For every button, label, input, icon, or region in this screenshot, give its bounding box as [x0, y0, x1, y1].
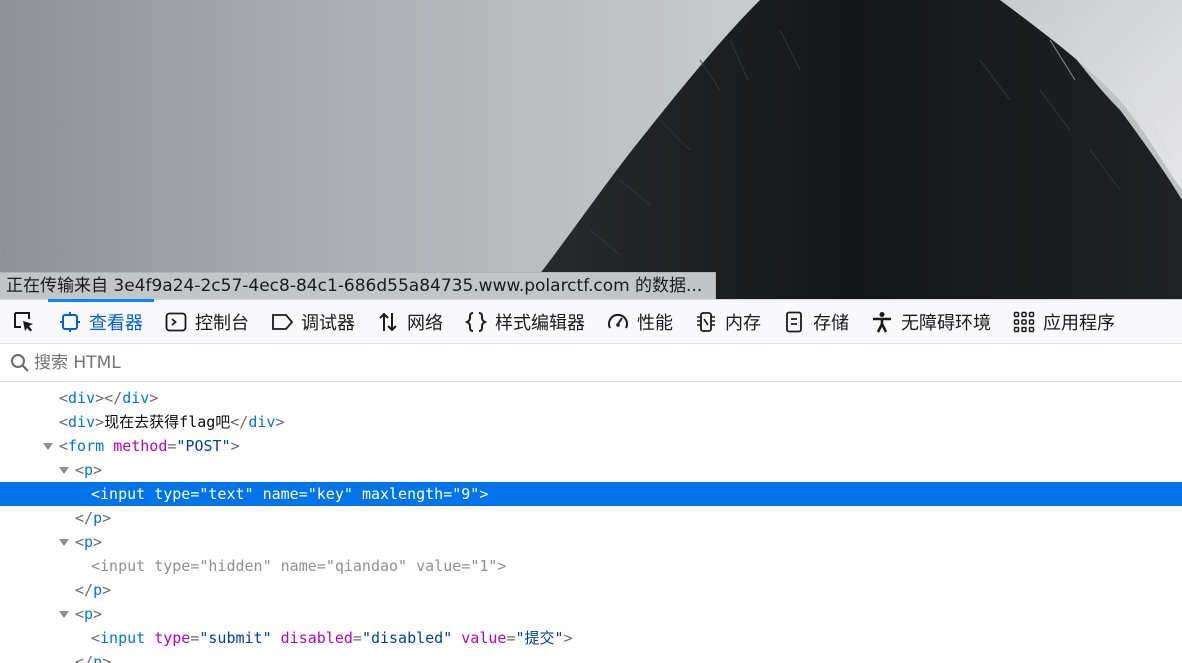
element-picker-button[interactable]: [0, 300, 48, 344]
tab-label: 无障碍环境: [901, 312, 991, 334]
style-editor-icon: [465, 311, 487, 333]
tab-label: 调试器: [301, 312, 355, 334]
network-icon: [377, 311, 399, 333]
tab-label: 查看器: [89, 312, 143, 334]
tab-performance[interactable]: 性能: [596, 300, 684, 344]
inspector-icon: [59, 311, 81, 333]
tree-node-div-text[interactable]: <div>现在去获得flag吧</div>: [0, 410, 1182, 434]
devtools-toolbar: 查看器 控制台 调试器 网络 样式编辑器 性能 内存 存储 无障碍环境 应用程序: [0, 298, 1182, 344]
tab-memory[interactable]: 内存: [684, 300, 772, 344]
node-text: 现在去获得flag吧: [104, 413, 231, 431]
tree-node-p-close[interactable]: </p>: [0, 506, 1182, 530]
tree-node-form[interactable]: <form method="POST">: [0, 434, 1182, 458]
tree-node-p[interactable]: <p>: [0, 602, 1182, 626]
search-html-input[interactable]: [34, 352, 634, 373]
memory-icon: [695, 311, 717, 333]
tree-node-div-empty[interactable]: <div></div>: [0, 386, 1182, 410]
html-search-bar: [0, 344, 1182, 382]
tab-style-editor[interactable]: 样式编辑器: [454, 300, 596, 344]
tab-inspector[interactable]: 查看器: [48, 298, 154, 344]
tab-storage[interactable]: 存储: [772, 300, 860, 344]
tree-node-input-submit[interactable]: <input type="submit" disabled="disabled"…: [0, 626, 1182, 650]
tab-label: 网络: [407, 312, 443, 334]
page-viewport: 正在传输来自 3e4f9a24-2c57-4ec8-84c1-686d55a84…: [0, 0, 1182, 299]
markup-tree: <div></div> <div>现在去获得flag吧</div> <form …: [0, 386, 1182, 663]
expand-toggle-icon[interactable]: [59, 611, 69, 618]
status-bar: 正在传输来自 3e4f9a24-2c57-4ec8-84c1-686d55a84…: [0, 272, 716, 299]
performance-icon: [607, 311, 629, 333]
tab-application[interactable]: 应用程序: [1002, 300, 1126, 344]
tab-label: 性能: [637, 312, 673, 334]
expand-toggle-icon[interactable]: [59, 539, 69, 546]
tree-node-p-close[interactable]: </p>: [0, 578, 1182, 602]
tab-console[interactable]: 控制台: [154, 300, 260, 344]
tree-node-input-text-selected[interactable]: <input type="text" name="key" maxlength=…: [0, 482, 1182, 506]
cat-photo: [520, 0, 1182, 299]
tab-label: 样式编辑器: [495, 312, 585, 334]
tree-node-p[interactable]: <p>: [0, 530, 1182, 554]
tree-node-p-close[interactable]: </p>: [0, 650, 1182, 663]
accessibility-icon: [871, 311, 893, 333]
storage-icon: [783, 311, 805, 333]
tab-network[interactable]: 网络: [366, 300, 454, 344]
tab-label: 控制台: [195, 312, 249, 334]
tab-label: 应用程序: [1043, 312, 1115, 334]
console-icon: [165, 311, 187, 333]
tab-label: 存储: [813, 312, 849, 334]
expand-toggle-icon[interactable]: [59, 467, 69, 474]
debugger-icon: [271, 311, 293, 333]
search-icon: [10, 352, 32, 374]
application-icon: [1013, 311, 1035, 333]
tree-node-input-hidden[interactable]: <input type="hidden" name="qiandao" valu…: [0, 554, 1182, 578]
expand-toggle-icon[interactable]: [43, 443, 53, 450]
tree-node-p[interactable]: <p>: [0, 458, 1182, 482]
tab-label: 内存: [725, 312, 761, 334]
tab-debugger[interactable]: 调试器: [260, 300, 366, 344]
element-picker-icon: [14, 311, 33, 331]
tab-accessibility[interactable]: 无障碍环境: [860, 300, 1002, 344]
